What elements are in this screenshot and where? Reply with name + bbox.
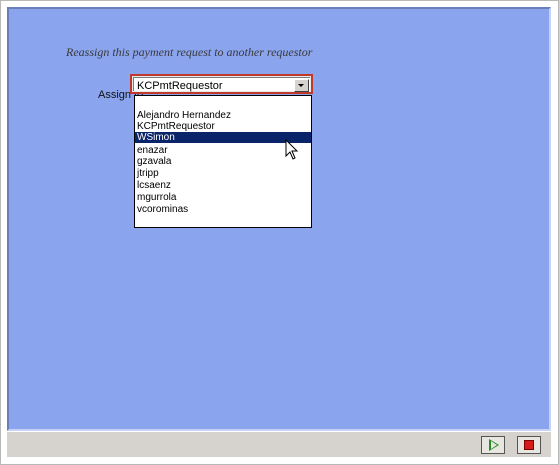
chevron-down-icon [298, 84, 304, 87]
list-item[interactable]: Alejandro Hernandez [135, 110, 311, 121]
select-field[interactable]: KCPmtRequestor [133, 77, 310, 92]
stop-icon [524, 440, 534, 450]
list-item[interactable]: KCPmtRequestor [135, 121, 311, 132]
list-item-empty[interactable] [135, 97, 311, 108]
stop-button[interactable] [517, 436, 541, 454]
list-item[interactable]: lcsaenz [135, 180, 311, 191]
mouse-pointer-icon [285, 139, 299, 160]
assign-to-select[interactable]: KCPmtRequestor [130, 74, 313, 94]
play-button[interactable] [481, 436, 505, 454]
dropdown-button[interactable] [294, 79, 309, 92]
bottom-toolbar [7, 431, 551, 457]
list-item[interactable]: vcorominas [135, 204, 311, 215]
list-item[interactable]: jtripp [135, 168, 311, 179]
play-icon [489, 439, 499, 451]
page-heading: Reassign this payment request to another… [66, 45, 313, 59]
selected-value: KCPmtRequestor [137, 80, 223, 92]
list-item[interactable]: mgurrola [135, 192, 311, 203]
